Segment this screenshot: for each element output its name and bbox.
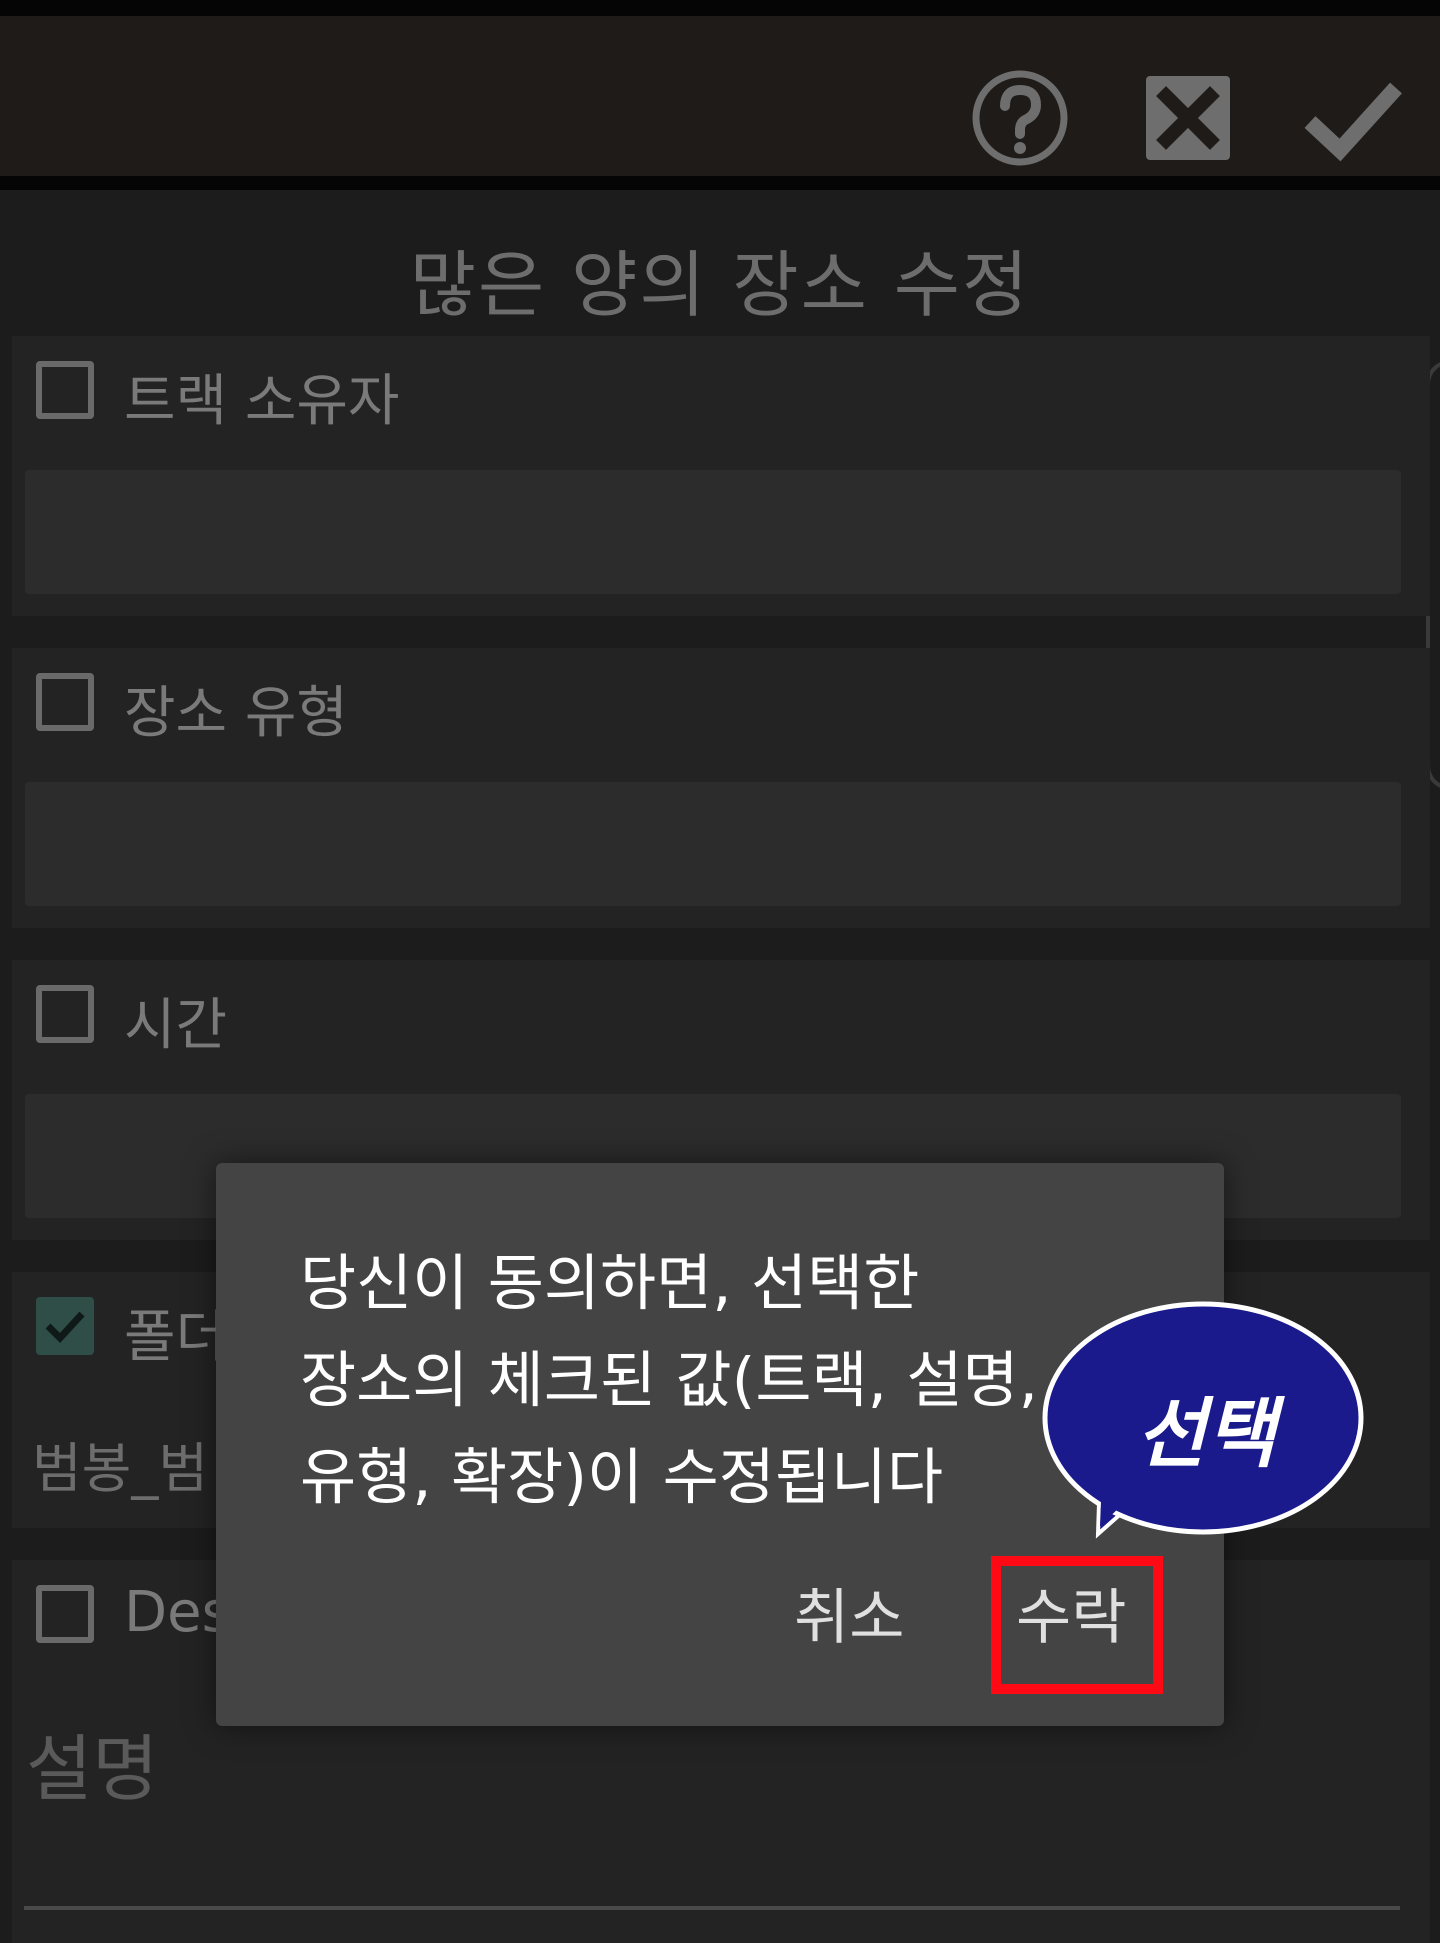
bubble-text: 선택	[1136, 1389, 1276, 1478]
page-title: 많은 양의 장소 수정	[409, 243, 1031, 327]
cancel-button[interactable]: 취소	[794, 1569, 904, 1656]
toolbar-shadow	[0, 176, 1440, 190]
track-owner-checkbox[interactable]	[36, 361, 94, 419]
place-type-field[interactable]	[25, 782, 1401, 906]
help-circle-icon[interactable]	[970, 68, 1070, 168]
section-track-owner: 트랙 소유자	[12, 336, 1430, 616]
section-place-type: 장소 유형	[12, 648, 1430, 928]
description-underline	[24, 1906, 1400, 1910]
place-type-label: 장소 유형	[124, 681, 348, 746]
time-label: 시간	[124, 993, 228, 1058]
time-checkbox[interactable]	[36, 985, 94, 1043]
folder-checkbox[interactable]	[36, 1297, 94, 1355]
checkmark-icon	[45, 1311, 85, 1344]
description-checkbox[interactable]	[36, 1585, 94, 1643]
folder-label: 폴더	[124, 1305, 228, 1370]
close-box-icon[interactable]	[1138, 68, 1238, 168]
folder-value[interactable]: 범봉_범	[32, 1424, 208, 1503]
description-label: Des	[124, 1580, 231, 1645]
description-input[interactable]: 설명	[26, 1710, 158, 1815]
place-type-checkbox[interactable]	[36, 673, 94, 731]
toolbar	[0, 16, 1440, 176]
highlight-box	[991, 1556, 1163, 1694]
track-owner-field[interactable]	[25, 470, 1401, 594]
status-bar	[0, 0, 1440, 16]
track-owner-label: 트랙 소유자	[124, 369, 400, 434]
check-icon[interactable]	[1302, 68, 1402, 168]
